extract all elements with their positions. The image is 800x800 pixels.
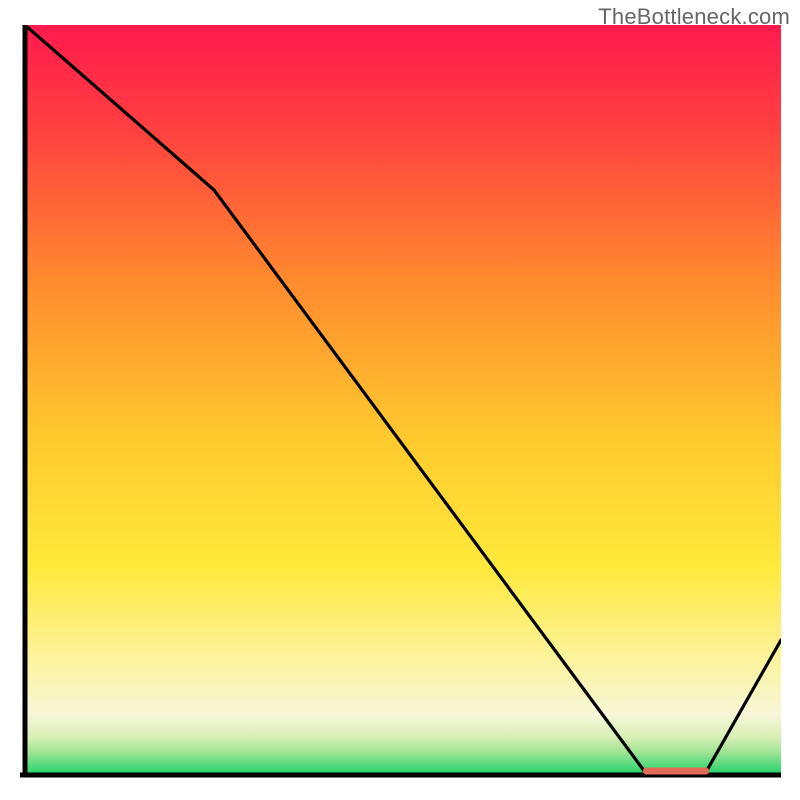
chart-stage: TheBottleneck.com bbox=[0, 0, 800, 800]
minimum-marker bbox=[643, 768, 709, 775]
heat-gradient-rect bbox=[25, 25, 781, 775]
chart-svg bbox=[20, 25, 781, 780]
plot-area bbox=[20, 25, 781, 780]
